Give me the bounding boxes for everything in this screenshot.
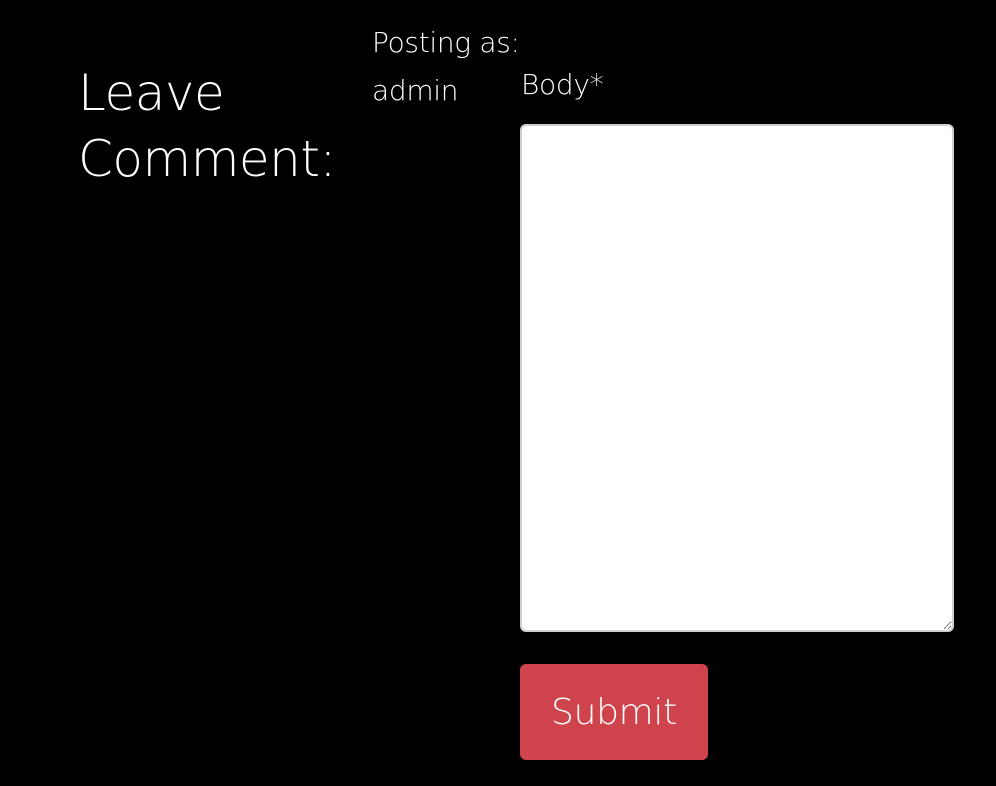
posting-as-label: Posting as: <box>372 26 520 59</box>
body-textarea[interactable] <box>520 124 954 632</box>
body-field-label: Body* <box>521 68 604 101</box>
form-heading: Leave Comment: <box>78 60 368 192</box>
submit-button[interactable]: Submit <box>520 664 708 760</box>
form-heading-line-1: Leave <box>78 64 225 122</box>
posting-as-block: Posting as: admin <box>372 24 532 110</box>
posting-as-username: admin <box>372 74 459 107</box>
form-heading-line-2: Comment: <box>78 130 336 188</box>
